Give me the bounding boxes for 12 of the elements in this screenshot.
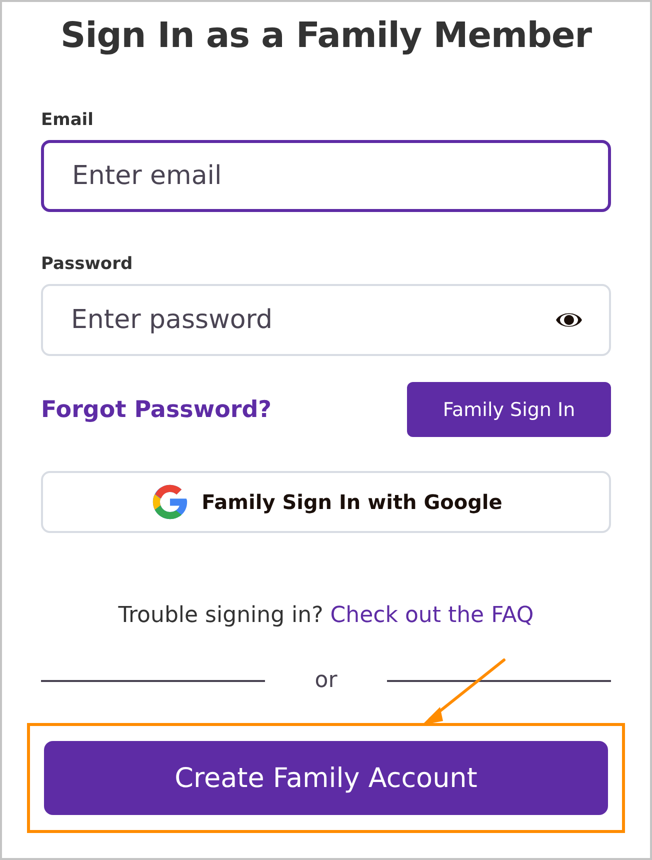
forgot-password-link[interactable]: Forgot Password? xyxy=(41,396,272,422)
create-account-button[interactable]: Create Family Account xyxy=(44,741,608,815)
google-sign-in-button[interactable]: Family Sign In with Google xyxy=(41,471,611,533)
help-text: Trouble signing in? xyxy=(118,603,324,628)
divider-text: or xyxy=(314,668,338,693)
password-field[interactable]: Enter password xyxy=(41,284,611,356)
field-label: Password xyxy=(41,254,134,274)
page-title: Sign In as a Family Member xyxy=(60,16,593,56)
faq-link[interactable]: Check out the FAQ xyxy=(330,603,534,628)
sign-in-button[interactable]: Family Sign In xyxy=(407,382,611,437)
field-label: Email xyxy=(41,110,94,130)
email-field[interactable]: Enter email xyxy=(41,140,611,212)
